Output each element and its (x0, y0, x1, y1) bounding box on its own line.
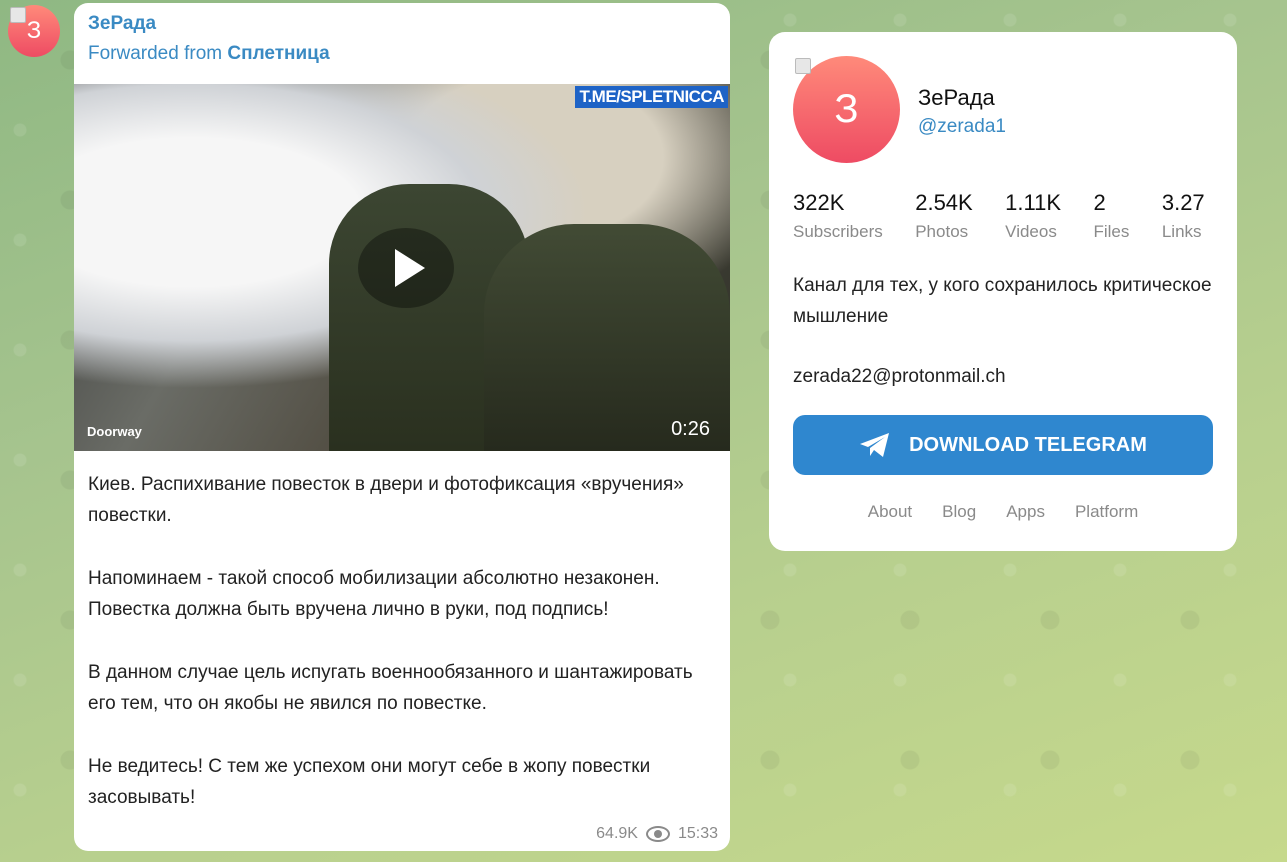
message-bubble: ЗеРада Forwarded from Сплетница T.ME/SPL… (74, 3, 730, 851)
stat-subscribers: 322K Subscribers (793, 190, 883, 242)
avatar-letter: З (834, 87, 859, 131)
channel-title: ЗеРада (918, 85, 995, 110)
footer-link-platform[interactable]: Platform (1075, 502, 1138, 522)
channel-email: zerada22@protonmail.ch (793, 366, 1006, 387)
video-caption-label: Doorway (87, 424, 142, 439)
telegram-plane-icon (860, 433, 890, 457)
channel-handle[interactable]: @zerada1 (918, 116, 1006, 138)
footer-link-apps[interactable]: Apps (1006, 502, 1045, 522)
play-button[interactable] (358, 228, 454, 308)
stat-value: 1.11K (1005, 190, 1062, 215)
video-thumbnail-figure (484, 224, 730, 451)
forwarded-source-link[interactable]: Сплетница (227, 43, 329, 64)
stat-links[interactable]: 3.27 Links (1162, 190, 1205, 242)
footer-link-blog[interactable]: Blog (942, 502, 976, 522)
eye-icon (645, 826, 670, 842)
video-duration: 0:26 (671, 418, 710, 440)
stat-videos[interactable]: 1.11K Videos (1005, 190, 1061, 242)
stat-label: Subscribers (793, 222, 883, 241)
message-meta: 64.9K 15:33 (596, 825, 718, 843)
forwarded-from: Forwarded from Сплетница (88, 43, 330, 65)
channel-avatar[interactable]: З (8, 5, 60, 57)
video-player[interactable]: T.ME/SPLETNICCA Doorway 0:26 (74, 84, 730, 451)
channel-info-card: З ЗеРада @zerada1 322K Subscribers 2.54K… (769, 32, 1237, 551)
message-channel-name[interactable]: ЗеРада (88, 13, 156, 35)
channel-description: Канал для тех, у кого сохранилось критич… (793, 275, 1212, 327)
forwarded-prefix: Forwarded from (88, 43, 223, 64)
stat-files[interactable]: 2 Files (1093, 190, 1129, 242)
video-watermark: T.ME/SPLETNICCA (575, 86, 728, 108)
stat-value: 3.27 (1161, 190, 1205, 215)
download-telegram-button[interactable]: DOWNLOAD TELEGRAM (793, 415, 1213, 475)
footer-links: About Blog Apps Platform (769, 502, 1237, 522)
channel-avatar-large: З (793, 56, 900, 163)
broken-image-icon (10, 7, 26, 23)
stat-value: 322K (793, 190, 845, 215)
play-icon (395, 249, 425, 287)
message-time: 15:33 (677, 825, 718, 842)
message-text: Киев. Распихивание повесток в двери и фо… (88, 469, 716, 813)
view-count: 64.9K (596, 825, 638, 842)
stat-photos[interactable]: 2.54K Photos (915, 190, 973, 242)
footer-link-about[interactable]: About (868, 502, 912, 522)
stat-label: Photos (915, 222, 969, 241)
stat-value: 2.54K (915, 190, 973, 215)
stat-label: Files (1093, 222, 1130, 241)
broken-image-icon (795, 58, 811, 74)
download-label: DOWNLOAD TELEGRAM (909, 433, 1147, 456)
stat-label: Links (1161, 222, 1202, 241)
stat-label: Videos (1005, 222, 1057, 241)
message-paragraph: Напоминаем - такой способ мобилизации аб… (88, 568, 660, 620)
message-paragraph: Не ведитесь! С тем же успехом они могут … (88, 756, 651, 808)
message-paragraph: Киев. Распихивание повесток в двери и фо… (88, 474, 684, 526)
avatar-letter: З (26, 17, 42, 44)
channel-stats: 322K Subscribers 2.54K Photos 1.11K Vide… (793, 190, 1213, 250)
message-paragraph: В данном случае цель испугать военнообяз… (88, 662, 693, 714)
stat-value: 2 (1093, 190, 1106, 215)
